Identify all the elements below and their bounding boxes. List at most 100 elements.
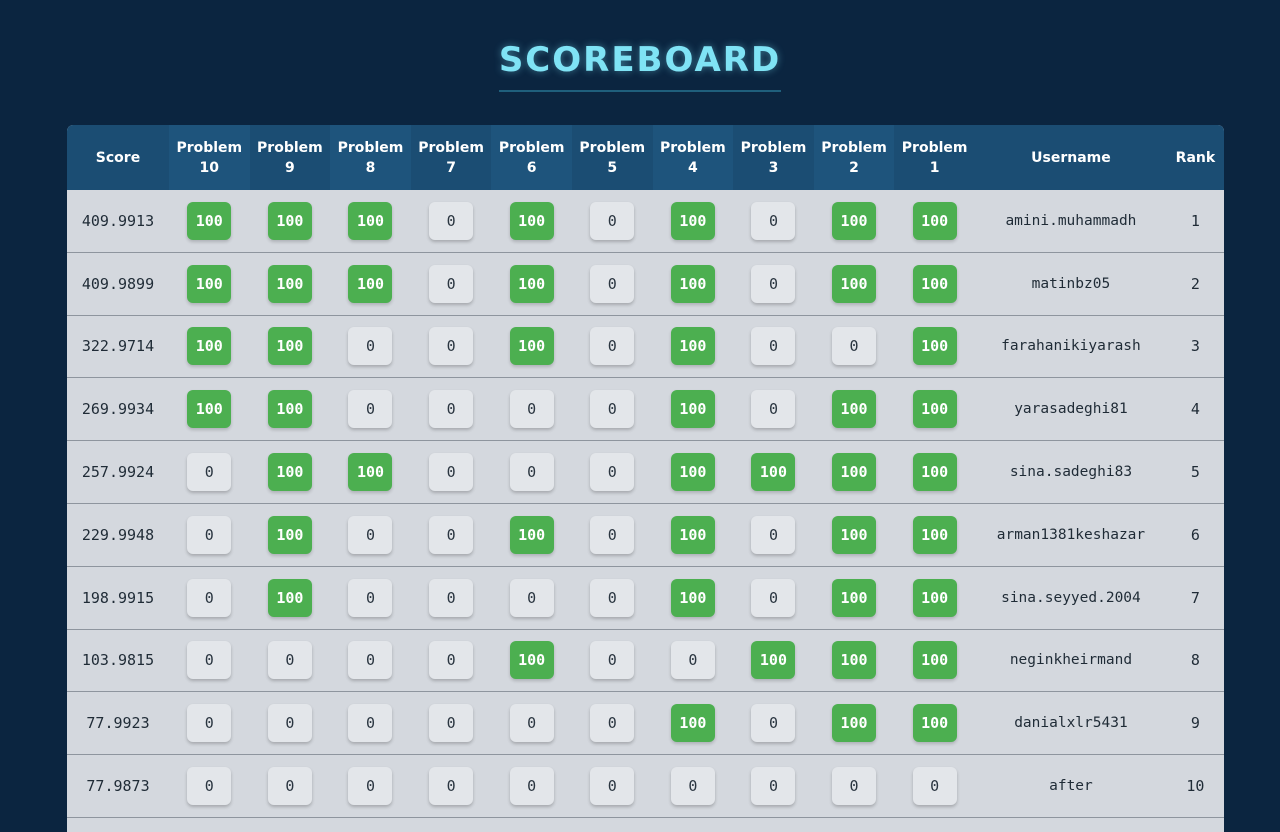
problem-score-badge[interactable]: 0: [267, 641, 312, 680]
problem-score-badge[interactable]: 100: [267, 264, 312, 303]
problem-score-badge[interactable]: 100: [670, 264, 715, 303]
problem-score-badge[interactable]: 0: [751, 515, 796, 554]
problem-score-badge[interactable]: 100: [267, 453, 312, 492]
problem-score-badge[interactable]: 100: [509, 264, 554, 303]
problem-score-badge[interactable]: 100: [187, 264, 232, 303]
header-rank[interactable]: Rank: [1167, 125, 1224, 190]
problem-score-badge[interactable]: 0: [670, 767, 715, 806]
header-problem-5[interactable]: Problem 5: [572, 125, 653, 190]
problem-score-badge[interactable]: 100: [832, 453, 877, 492]
problem-score-badge[interactable]: 0: [751, 201, 796, 240]
problem-score-badge[interactable]: 0: [187, 704, 232, 743]
problem-score-badge[interactable]: 0: [429, 767, 474, 806]
problem-score-badge[interactable]: 100: [348, 201, 393, 240]
problem-score-badge[interactable]: 0: [348, 327, 393, 366]
problem-score-badge[interactable]: 100: [832, 515, 877, 554]
problem-score-badge[interactable]: 0: [751, 327, 796, 366]
problem-score-badge[interactable]: 100: [187, 327, 232, 366]
problem-score-badge[interactable]: 100: [832, 201, 877, 240]
problem-score-badge[interactable]: 100: [670, 578, 715, 617]
problem-score-badge[interactable]: 100: [912, 390, 957, 429]
header-problem-10[interactable]: Problem 10: [169, 125, 250, 190]
problem-score-badge[interactable]: 0: [509, 453, 554, 492]
problem-score-badge[interactable]: 0: [187, 767, 232, 806]
problem-score-badge[interactable]: 0: [832, 767, 877, 806]
header-problem-9[interactable]: Problem 9: [250, 125, 331, 190]
header-problem-3[interactable]: Problem 3: [733, 125, 814, 190]
header-problem-7[interactable]: Problem 7: [411, 125, 492, 190]
problem-score-badge[interactable]: 0: [348, 515, 393, 554]
problem-score-badge[interactable]: 0: [509, 390, 554, 429]
problem-score-badge[interactable]: 0: [267, 704, 312, 743]
problem-score-badge[interactable]: 0: [751, 264, 796, 303]
problem-score-badge[interactable]: 100: [670, 327, 715, 366]
problem-score-badge[interactable]: 100: [509, 641, 554, 680]
problem-score-badge[interactable]: 100: [912, 578, 957, 617]
problem-score-badge[interactable]: 0: [429, 453, 474, 492]
problem-score-badge[interactable]: 0: [187, 578, 232, 617]
problem-score-badge[interactable]: 100: [832, 578, 877, 617]
problem-score-badge[interactable]: 100: [670, 704, 715, 743]
problem-score-badge[interactable]: 0: [590, 453, 635, 492]
header-username[interactable]: Username: [975, 125, 1167, 190]
problem-score-badge[interactable]: 0: [429, 704, 474, 743]
problem-score-badge[interactable]: 100: [832, 264, 877, 303]
problem-score-badge[interactable]: 100: [348, 453, 393, 492]
problem-score-badge[interactable]: 100: [670, 453, 715, 492]
problem-score-badge[interactable]: 100: [187, 390, 232, 429]
problem-score-badge[interactable]: 0: [751, 578, 796, 617]
problem-score-badge[interactable]: 100: [912, 327, 957, 366]
problem-score-badge[interactable]: 100: [670, 201, 715, 240]
problem-score-badge[interactable]: 0: [590, 704, 635, 743]
problem-score-badge[interactable]: 100: [267, 515, 312, 554]
problem-score-badge[interactable]: 0: [348, 641, 393, 680]
problem-score-badge[interactable]: 0: [187, 515, 232, 554]
problem-score-badge[interactable]: 0: [509, 767, 554, 806]
problem-score-badge[interactable]: 0: [590, 390, 635, 429]
problem-score-badge[interactable]: 100: [832, 641, 877, 680]
header-problem-4[interactable]: Problem 4: [652, 125, 734, 190]
problem-score-badge[interactable]: 0: [751, 767, 796, 806]
problem-score-badge[interactable]: 100: [267, 390, 312, 429]
problem-score-badge[interactable]: 0: [590, 767, 635, 806]
problem-score-badge[interactable]: 100: [670, 515, 715, 554]
problem-score-badge[interactable]: 100: [912, 515, 957, 554]
problem-score-badge[interactable]: 100: [267, 201, 312, 240]
problem-score-badge[interactable]: 100: [912, 264, 957, 303]
problem-score-badge[interactable]: 0: [832, 327, 877, 366]
problem-score-badge[interactable]: 0: [509, 704, 554, 743]
problem-score-badge[interactable]: 100: [509, 327, 554, 366]
problem-score-badge[interactable]: 0: [509, 578, 554, 617]
problem-score-badge[interactable]: 0: [670, 641, 715, 680]
problem-score-badge[interactable]: 0: [429, 390, 474, 429]
problem-score-badge[interactable]: 100: [509, 201, 554, 240]
header-problem-2[interactable]: Problem 2: [813, 125, 895, 190]
problem-score-badge[interactable]: 0: [590, 578, 635, 617]
problem-score-badge[interactable]: 0: [348, 578, 393, 617]
problem-score-badge[interactable]: 0: [751, 704, 796, 743]
header-problem-1[interactable]: Problem 1: [894, 125, 975, 190]
problem-score-badge[interactable]: 100: [832, 390, 877, 429]
header-problem-6[interactable]: Problem 6: [491, 125, 572, 190]
problem-score-badge[interactable]: 100: [509, 515, 554, 554]
problem-score-badge[interactable]: 100: [348, 264, 393, 303]
problem-score-badge[interactable]: 100: [912, 453, 957, 492]
problem-score-badge[interactable]: 0: [429, 578, 474, 617]
problem-score-badge[interactable]: 100: [267, 578, 312, 617]
problem-score-badge[interactable]: 0: [590, 201, 635, 240]
problem-score-badge[interactable]: 100: [187, 201, 232, 240]
problem-score-badge[interactable]: 0: [429, 327, 474, 366]
problem-score-badge[interactable]: 100: [912, 201, 957, 240]
problem-score-badge[interactable]: 100: [912, 641, 957, 680]
problem-score-badge[interactable]: 100: [751, 641, 796, 680]
problem-score-badge[interactable]: 100: [751, 453, 796, 492]
problem-score-badge[interactable]: 0: [429, 641, 474, 680]
problem-score-badge[interactable]: 0: [590, 327, 635, 366]
problem-score-badge[interactable]: 100: [670, 390, 715, 429]
problem-score-badge[interactable]: 0: [348, 704, 393, 743]
problem-score-badge[interactable]: 0: [912, 767, 957, 806]
problem-score-badge[interactable]: 0: [751, 390, 796, 429]
problem-score-badge[interactable]: 0: [590, 641, 635, 680]
problem-score-badge[interactable]: 100: [832, 704, 877, 743]
problem-score-badge[interactable]: 0: [429, 515, 474, 554]
